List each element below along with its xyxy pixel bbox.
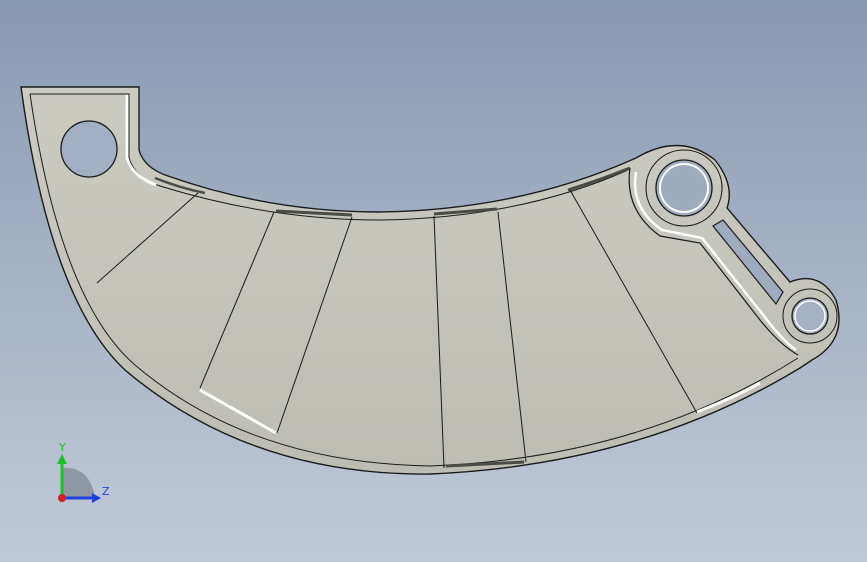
y-axis-arrowhead: [57, 454, 67, 464]
z-axis-label: Z: [102, 485, 110, 498]
y-axis-label: Y: [59, 441, 66, 454]
part-outline[interactable]: [20, 86, 840, 475]
x-axis-dot: [58, 494, 66, 502]
mount-hole-tip[interactable]: [791, 297, 829, 335]
reference-triad: Y Z: [40, 438, 130, 518]
part-model[interactable]: [0, 0, 867, 562]
z-axis-arrowhead: [92, 493, 101, 503]
cad-viewport[interactable]: Y Z: [0, 0, 867, 562]
triad-shade: [62, 467, 95, 498]
triad-graphic: [57, 454, 101, 503]
mount-hole-right[interactable]: [655, 159, 713, 217]
mount-hole-left[interactable]: [60, 120, 118, 178]
